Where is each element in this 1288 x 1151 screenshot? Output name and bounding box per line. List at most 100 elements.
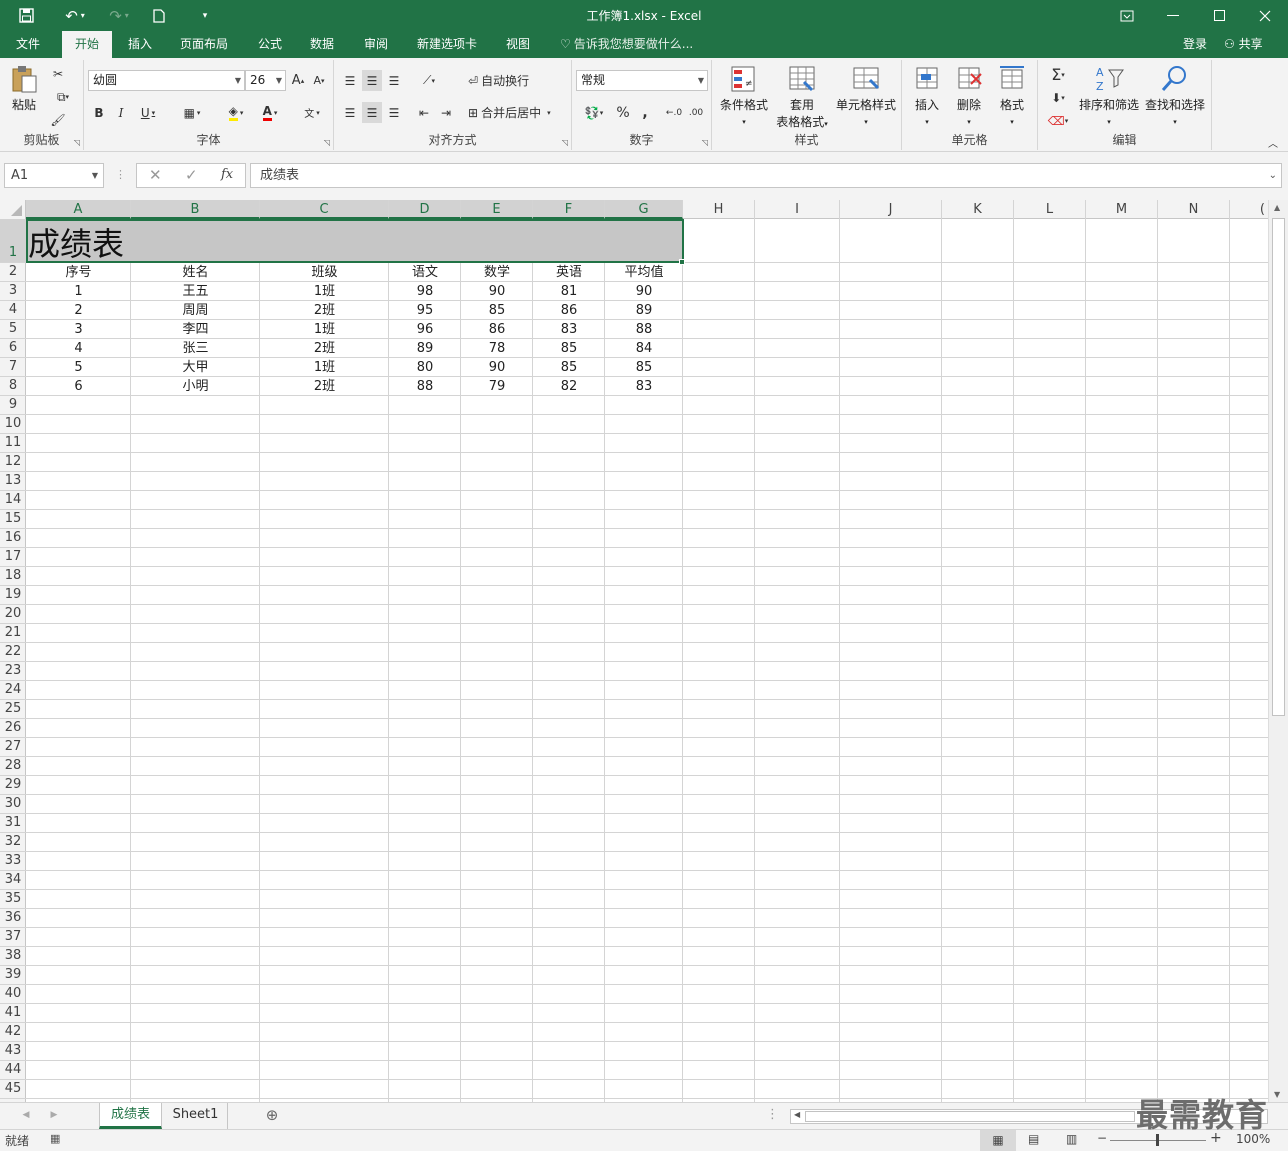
clear-icon[interactable]: ⌫ ▾: [1042, 110, 1074, 131]
close-icon[interactable]: [1242, 0, 1288, 31]
align-center-icon[interactable]: ☰: [362, 102, 382, 123]
data-cell[interactable]: 李四: [131, 320, 260, 339]
orientation-icon[interactable]: ⟋ ▾: [414, 70, 444, 91]
percent-button[interactable]: %: [614, 102, 632, 123]
align-right-icon[interactable]: ☰: [384, 102, 404, 123]
wrap-text-button[interactable]: ⏎ 自动换行: [468, 70, 540, 91]
data-cell[interactable]: 5: [26, 358, 131, 377]
cancel-icon[interactable]: ✕: [149, 166, 162, 184]
tab-formulas[interactable]: 公式: [246, 31, 294, 58]
row-header[interactable]: 39: [0, 966, 26, 985]
scroll-up-icon[interactable]: ▲: [1274, 203, 1280, 212]
collapse-ribbon-icon[interactable]: ︿: [1266, 136, 1280, 150]
data-cell[interactable]: 张三: [131, 339, 260, 358]
select-all-corner[interactable]: [0, 200, 26, 219]
row-header[interactable]: 13: [0, 472, 26, 491]
login-link[interactable]: 登录: [1183, 31, 1207, 58]
zoom-out-icon[interactable]: −: [1097, 1131, 1107, 1145]
font-size-combo[interactable]: 26 ▼: [245, 70, 286, 91]
font-name-combo[interactable]: 幼圆 ▼: [88, 70, 245, 91]
data-cell[interactable]: 85: [533, 339, 605, 358]
increase-decimal-icon[interactable]: ←.0: [664, 102, 684, 123]
data-cell[interactable]: 90: [461, 282, 533, 301]
expand-formula-icon[interactable]: ⌄: [1269, 164, 1277, 187]
next-sheet-icon[interactable]: ▶: [46, 1103, 62, 1129]
row-header[interactable]: 30: [0, 795, 26, 814]
find-select-button[interactable]: 查找和选择 ▾: [1142, 64, 1208, 127]
ribbon-display-icon[interactable]: [1104, 0, 1150, 31]
data-cell[interactable]: 89: [389, 339, 461, 358]
tab-splitter-icon[interactable]: ⋮: [766, 1103, 779, 1129]
data-cell[interactable]: 2: [26, 301, 131, 320]
decrease-font-icon[interactable]: A ▾: [310, 70, 328, 91]
phonetic-icon[interactable]: 文 ▾: [296, 102, 328, 123]
column-header[interactable]: F: [533, 200, 605, 219]
tab-view[interactable]: 视图: [494, 31, 542, 58]
tab-insert[interactable]: 插入: [116, 31, 164, 58]
data-cell[interactable]: 90: [461, 358, 533, 377]
row-header[interactable]: 34: [0, 871, 26, 890]
insert-cells-button[interactable]: 插入 ▾: [906, 64, 948, 127]
row-header[interactable]: 33: [0, 852, 26, 871]
column-header[interactable]: E: [461, 200, 533, 219]
data-cell[interactable]: 90: [605, 282, 683, 301]
header-cell[interactable]: 序号: [26, 263, 131, 282]
tab-home[interactable]: 开始: [62, 31, 112, 58]
column-header[interactable]: D: [389, 200, 461, 219]
row-header[interactable]: 23: [0, 662, 26, 681]
data-cell[interactable]: 88: [389, 377, 461, 396]
row-header[interactable]: 28: [0, 757, 26, 776]
row-header[interactable]: 44: [0, 1061, 26, 1080]
column-header[interactable]: H: [683, 200, 755, 219]
underline-button[interactable]: U ▾: [134, 102, 162, 123]
data-cell[interactable]: 83: [533, 320, 605, 339]
row-header[interactable]: 2: [0, 263, 26, 282]
bold-button[interactable]: B: [90, 102, 108, 123]
data-cell[interactable]: 4: [26, 339, 131, 358]
header-cell[interactable]: 语文: [389, 263, 461, 282]
row-header[interactable]: 16: [0, 529, 26, 548]
data-cell[interactable]: 85: [605, 358, 683, 377]
data-cell[interactable]: 83: [605, 377, 683, 396]
row-header[interactable]: 38: [0, 947, 26, 966]
data-cell[interactable]: 小明: [131, 377, 260, 396]
row-header[interactable]: 6: [0, 339, 26, 358]
cell-styles-button[interactable]: 单元格样式 ▾: [832, 64, 900, 127]
column-header[interactable]: N: [1158, 200, 1230, 219]
data-cell[interactable]: 89: [605, 301, 683, 320]
scroll-down-icon[interactable]: ▼: [1274, 1090, 1280, 1099]
data-cell[interactable]: 2班: [260, 339, 389, 358]
copy-icon[interactable]: ⧉ ▾: [48, 87, 78, 107]
tell-me-search[interactable]: ♡ 告诉我您想要做什么...: [560, 31, 693, 58]
column-header[interactable]: L: [1014, 200, 1086, 219]
row-header[interactable]: 25: [0, 700, 26, 719]
accounting-icon[interactable]: 💱 ▾: [578, 102, 610, 123]
formula-input[interactable]: 成绩表 ⌄: [250, 163, 1282, 188]
data-cell[interactable]: 2班: [260, 377, 389, 396]
tab-data[interactable]: 数据: [298, 31, 346, 58]
data-cell[interactable]: 王五: [131, 282, 260, 301]
decrease-decimal-icon[interactable]: .00: [686, 102, 706, 123]
increase-font-icon[interactable]: A ▴: [289, 70, 307, 91]
number-launcher-icon[interactable]: ◹: [702, 138, 708, 147]
minimize-icon[interactable]: [1150, 0, 1196, 31]
decrease-indent-icon[interactable]: ⇤: [414, 102, 434, 123]
header-cell[interactable]: 数学: [461, 263, 533, 282]
font-launcher-icon[interactable]: ◹: [324, 138, 330, 147]
autosum-icon[interactable]: Σ ▾: [1042, 64, 1074, 85]
format-painter-icon[interactable]: 🖌: [48, 110, 68, 130]
scroll-left-icon[interactable]: ◀: [794, 1110, 800, 1119]
row-header[interactable]: 8: [0, 377, 26, 396]
increase-indent-icon[interactable]: ⇥: [436, 102, 456, 123]
row-header[interactable]: 20: [0, 605, 26, 624]
row-header[interactable]: 7: [0, 358, 26, 377]
tab-page-layout[interactable]: 页面布局: [170, 31, 238, 58]
conditional-format-button[interactable]: ≠ 条件格式 ▾: [716, 64, 772, 127]
row-header[interactable]: 27: [0, 738, 26, 757]
data-cell[interactable]: 84: [605, 339, 683, 358]
fill-color-icon[interactable]: ◈ ▾: [220, 102, 252, 123]
row-header[interactable]: 19: [0, 586, 26, 605]
data-cell[interactable]: 1班: [260, 282, 389, 301]
data-cell[interactable]: 1: [26, 282, 131, 301]
column-header[interactable]: C: [260, 200, 389, 219]
